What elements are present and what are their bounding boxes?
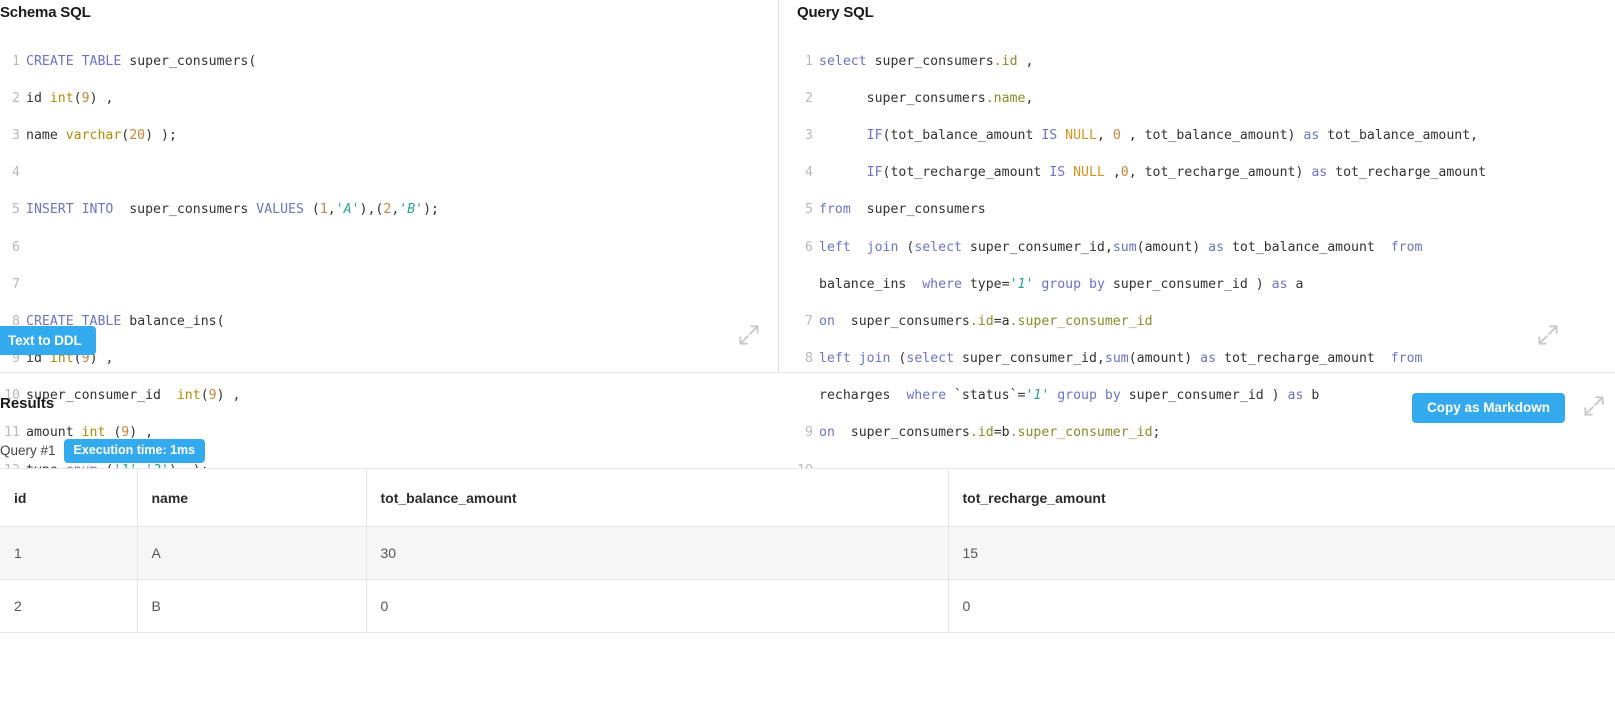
table-row: 1 A 30 15: [0, 526, 1615, 580]
line-number: 4: [12, 165, 20, 181]
cell-name: B: [137, 579, 367, 633]
column-header-tot-balance-amount: tot_balance_amount: [366, 468, 949, 527]
code-line: 5 INSERT INTO super_consumers VALUES (1,'…: [0, 201, 770, 220]
code-line: 1 select super_consumers.id ,: [797, 53, 1615, 72]
query-sql-title: Query SQL: [797, 4, 874, 21]
cell-id: 2: [0, 579, 138, 633]
line-number: 3: [12, 127, 20, 143]
results-table: id name tot_balance_amount tot_recharge_…: [0, 468, 1615, 633]
code-line: 2 id int(9) ,: [0, 90, 770, 109]
line-number: 2: [805, 90, 813, 106]
results-section: Results Copy as Markdown Query #1 Execut…: [0, 373, 1615, 714]
line-number: 6: [12, 239, 20, 255]
expand-arrows-icon[interactable]: [1535, 322, 1561, 348]
line-number: 1: [805, 53, 813, 69]
cell-tot-balance-amount: 0: [366, 579, 949, 633]
code-line: 7: [0, 276, 770, 295]
query-sql-panel: Query SQL 1 select super_consumers.id , 2…: [779, 0, 1615, 478]
line-number: 4: [805, 165, 813, 181]
schema-sql-title: Schema SQL: [0, 4, 91, 21]
sqlfiddle-page: Schema SQL 1 CREATE TABLE super_consumers…: [0, 0, 1615, 714]
cell-name: A: [137, 526, 367, 580]
code-line: 7 on super_consumers.id=a.super_consumer_…: [797, 313, 1615, 332]
code-line: 2 super_consumers.name,: [797, 90, 1615, 109]
line-number: 3: [805, 127, 813, 143]
column-header-tot-recharge-amount: tot_recharge_amount: [948, 468, 1615, 527]
code-line: 3 name varchar(20) );: [0, 127, 770, 146]
table-header-row: id name tot_balance_amount tot_recharge_…: [0, 468, 1615, 527]
copy-as-markdown-button[interactable]: Copy as Markdown: [1411, 393, 1565, 423]
code-line: 3 IF(tot_balance_amount IS NULL, 0 , tot…: [797, 127, 1615, 146]
code-line: 9 id int(9) ,: [0, 350, 770, 369]
code-line: 6: [0, 239, 770, 258]
line-number: 2: [12, 90, 20, 106]
line-number: 5: [12, 202, 20, 218]
cell-id: 1: [0, 526, 138, 580]
expand-arrows-icon[interactable]: [736, 322, 762, 348]
cell-tot-recharge-amount: 15: [948, 526, 1615, 580]
code-line: 5 from super_consumers: [797, 201, 1615, 220]
code-line: 6 left join (select super_consumer_id,sum…: [797, 239, 1615, 258]
cell-tot-recharge-amount: 0: [948, 579, 1615, 633]
code-line: 1 CREATE TABLE super_consumers(: [0, 53, 770, 72]
code-line: 8 CREATE TABLE balance_ins(: [0, 313, 770, 332]
table-row: 2 B 0 0: [0, 579, 1615, 633]
schema-sql-panel: Schema SQL 1 CREATE TABLE super_consumers…: [0, 0, 779, 589]
code-line: 4 IF(tot_recharge_amount IS NULL ,0, tot…: [797, 164, 1615, 183]
column-header-id: id: [0, 468, 138, 527]
code-line: 8 left join (select super_consumer_id,sum…: [797, 350, 1615, 369]
column-header-name: name: [137, 468, 367, 527]
query-index-label: Query #1: [0, 443, 56, 459]
line-number: 5: [805, 202, 813, 218]
cell-tot-balance-amount: 30: [366, 526, 949, 580]
line-number: 1: [12, 53, 20, 69]
results-title: Results: [0, 395, 55, 412]
editors-area: Schema SQL 1 CREATE TABLE super_consumers…: [0, 0, 1615, 589]
line-number: 6: [805, 239, 813, 255]
text-to-ddl-button[interactable]: Text to DDL: [0, 326, 96, 355]
code-line: 4: [0, 164, 770, 183]
line-number: 8: [805, 351, 813, 367]
code-line: balance_ins where type='1' group by supe…: [819, 276, 1304, 292]
execution-time-badge: Execution time: 1ms: [63, 439, 206, 463]
query-status-row: Query #1 Execution time: 1ms: [0, 439, 206, 463]
expand-arrows-icon[interactable]: [1581, 393, 1607, 419]
line-number: 7: [805, 313, 813, 329]
line-number: 7: [12, 276, 20, 292]
